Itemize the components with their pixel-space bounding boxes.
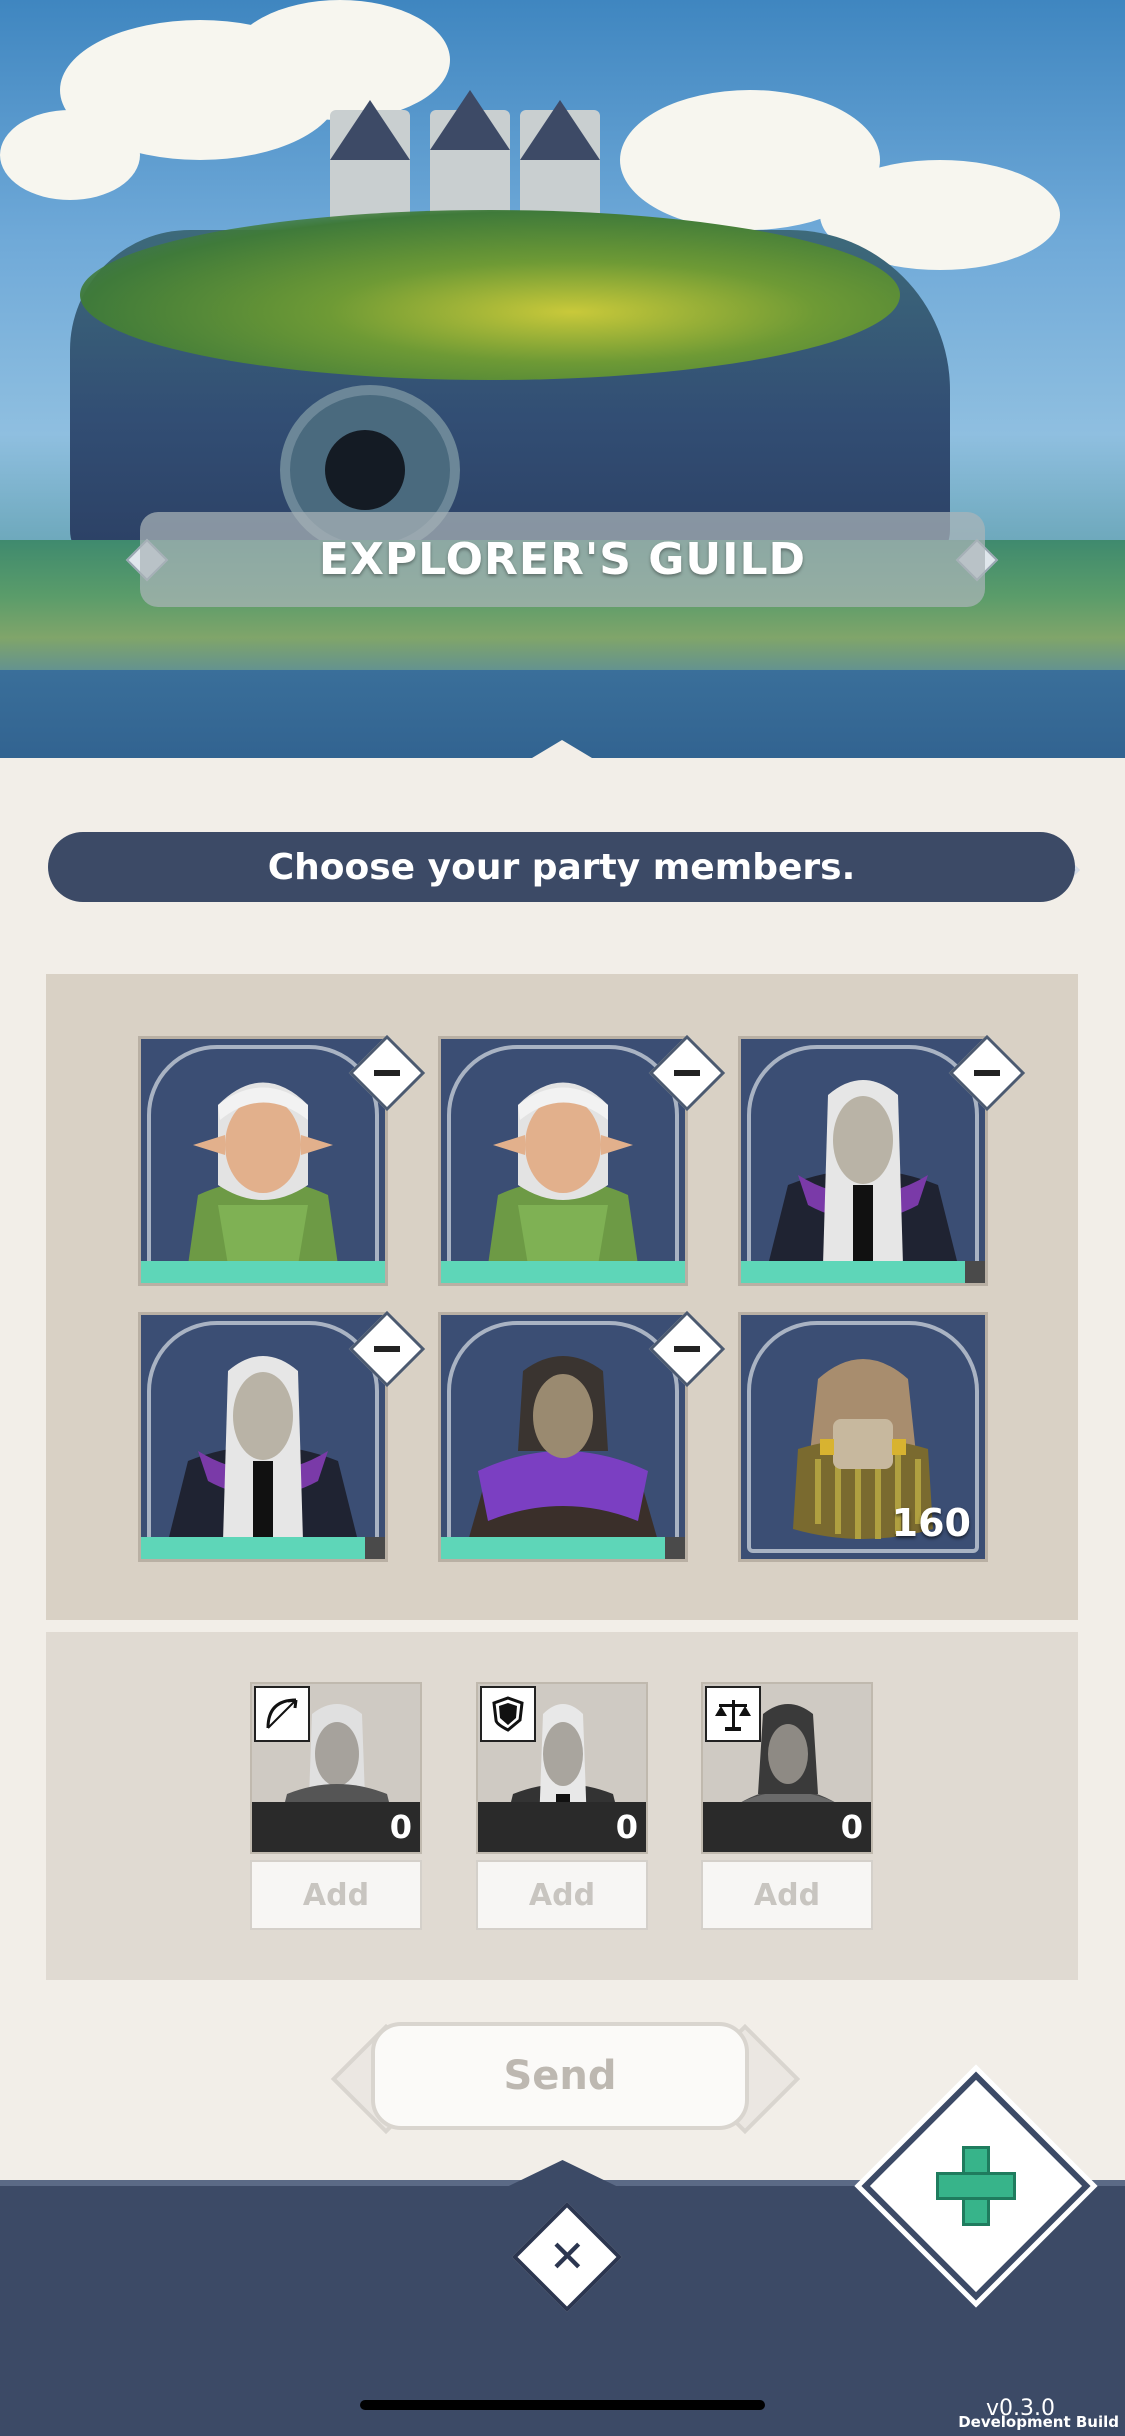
role-count: 0 — [840, 1808, 863, 1846]
prompt-banner: Choose your party members. — [48, 832, 1075, 902]
castle-spire — [330, 100, 410, 160]
castle-spire — [520, 100, 600, 160]
backpack-count: 160 — [891, 1501, 971, 1545]
role-count: 0 — [615, 1808, 638, 1846]
send-button-label: Send — [371, 2022, 749, 2130]
scales-icon — [705, 1686, 761, 1742]
health-bar — [441, 1537, 685, 1559]
castle-spire — [430, 90, 510, 150]
cloud — [0, 110, 140, 200]
hero-background — [0, 0, 1125, 790]
role-count: 0 — [389, 1808, 412, 1846]
health-fill — [141, 1537, 366, 1559]
add-defender-button[interactable]: Add — [476, 1860, 648, 1930]
home-indicator[interactable] — [360, 2400, 765, 2410]
elf-ranger-portrait — [188, 1082, 338, 1265]
arch-opening — [325, 430, 405, 510]
health-fill — [141, 1261, 385, 1283]
plus-icon — [936, 2146, 1016, 2226]
health-bar — [141, 1261, 385, 1283]
role-portrait: 0 — [250, 1682, 422, 1854]
minus-icon — [374, 1070, 400, 1076]
elf-mage-portrait — [768, 1080, 958, 1265]
bow-icon — [254, 1686, 310, 1742]
role-portrait: 0 — [701, 1682, 873, 1854]
health-fill — [441, 1261, 685, 1283]
add-archer-button[interactable]: Add — [250, 1860, 422, 1930]
minus-icon — [674, 1346, 700, 1352]
health-bar — [441, 1261, 685, 1283]
page-title: EXPLORER'S GUILD — [140, 512, 985, 607]
elf-rogue-portrait — [468, 1356, 658, 1541]
backpack-card[interactable]: 160 — [738, 1312, 988, 1562]
development-build-label: Development Build — [958, 2413, 1119, 2431]
elf-mage-portrait — [168, 1356, 358, 1541]
greenery — [80, 210, 900, 380]
role-portrait: 0 — [476, 1682, 648, 1854]
health-fill — [441, 1537, 666, 1559]
role-slot-defender: 0 Add — [476, 1682, 648, 1930]
minus-icon — [974, 1070, 1000, 1076]
elf-ranger-portrait — [488, 1082, 638, 1265]
send-button[interactable]: Send — [335, 2014, 785, 2138]
minus-icon — [374, 1346, 400, 1352]
health-bar — [141, 1537, 385, 1559]
health-fill — [741, 1261, 966, 1283]
health-bar — [741, 1261, 985, 1283]
add-support-button[interactable]: Add — [701, 1860, 873, 1930]
role-slot-archer: 0 Add — [250, 1682, 422, 1930]
close-icon: ✕ — [548, 2231, 586, 2282]
role-slot-support: 0 Add — [701, 1682, 873, 1930]
shield-icon — [480, 1686, 536, 1742]
minus-icon — [674, 1070, 700, 1076]
